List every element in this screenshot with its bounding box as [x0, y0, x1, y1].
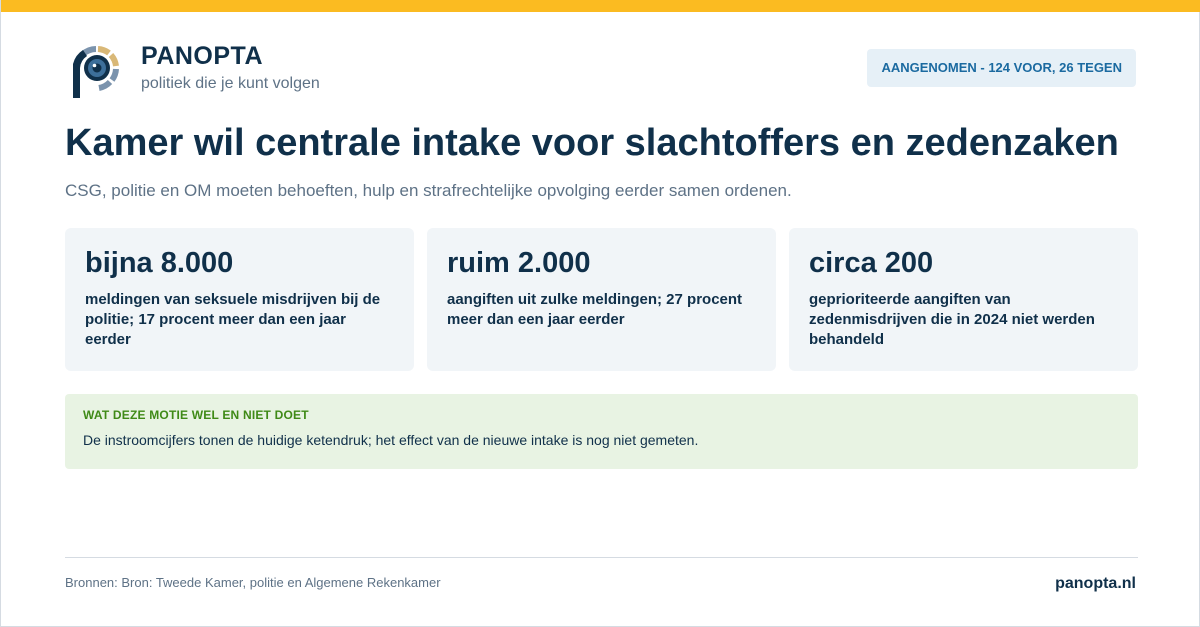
site-link[interactable]: panopta.nl — [1055, 575, 1136, 593]
stat-description: geprioriteerde aangiften van zedenmisdri… — [809, 291, 1095, 348]
stats-row: bijna 8.000 meldingen van seksuele misdr… — [65, 228, 1138, 371]
note-title: WAT DEZE MOTIE WEL EN NIET DOET — [83, 408, 309, 422]
footer-divider — [65, 557, 1138, 558]
status-badge: AANGENOMEN - 124 VOOR, 26 TEGEN — [867, 49, 1136, 87]
note-body: De instroomcijfers tonen de huidige kete… — [83, 432, 699, 448]
stat-value: ruim 2.000 — [447, 247, 591, 279]
share-card: PANOPTA politiek die je kunt volgen AANG… — [0, 0, 1200, 627]
stat-card: bijna 8.000 meldingen van seksuele misdr… — [65, 228, 414, 371]
stat-description: meldingen van seksuele misdrijven bij de… — [85, 291, 381, 348]
sources-text: Bronnen: Bron: Tweede Kamer, politie en … — [65, 575, 441, 590]
brand-tagline: politiek die je kunt volgen — [141, 75, 320, 92]
stat-card: circa 200 geprioriteerde aangiften van z… — [789, 228, 1138, 371]
motion-note: WAT DEZE MOTIE WEL EN NIET DOET De instr… — [65, 394, 1138, 469]
panopta-eye-logo-icon — [73, 46, 119, 98]
stat-value: circa 200 — [809, 247, 934, 279]
stat-card: ruim 2.000 aangiften uit zulke meldingen… — [427, 228, 776, 371]
stat-value: bijna 8.000 — [85, 247, 234, 279]
brand-name: PANOPTA — [141, 42, 264, 70]
stat-description: aangiften uit zulke meldingen; 27 procen… — [447, 291, 743, 328]
headline: Kamer wil centrale intake voor slachtoff… — [65, 122, 1119, 164]
accent-bar — [1, 0, 1200, 12]
subhead: CSG, politie en OM moeten behoeften, hul… — [65, 181, 792, 200]
